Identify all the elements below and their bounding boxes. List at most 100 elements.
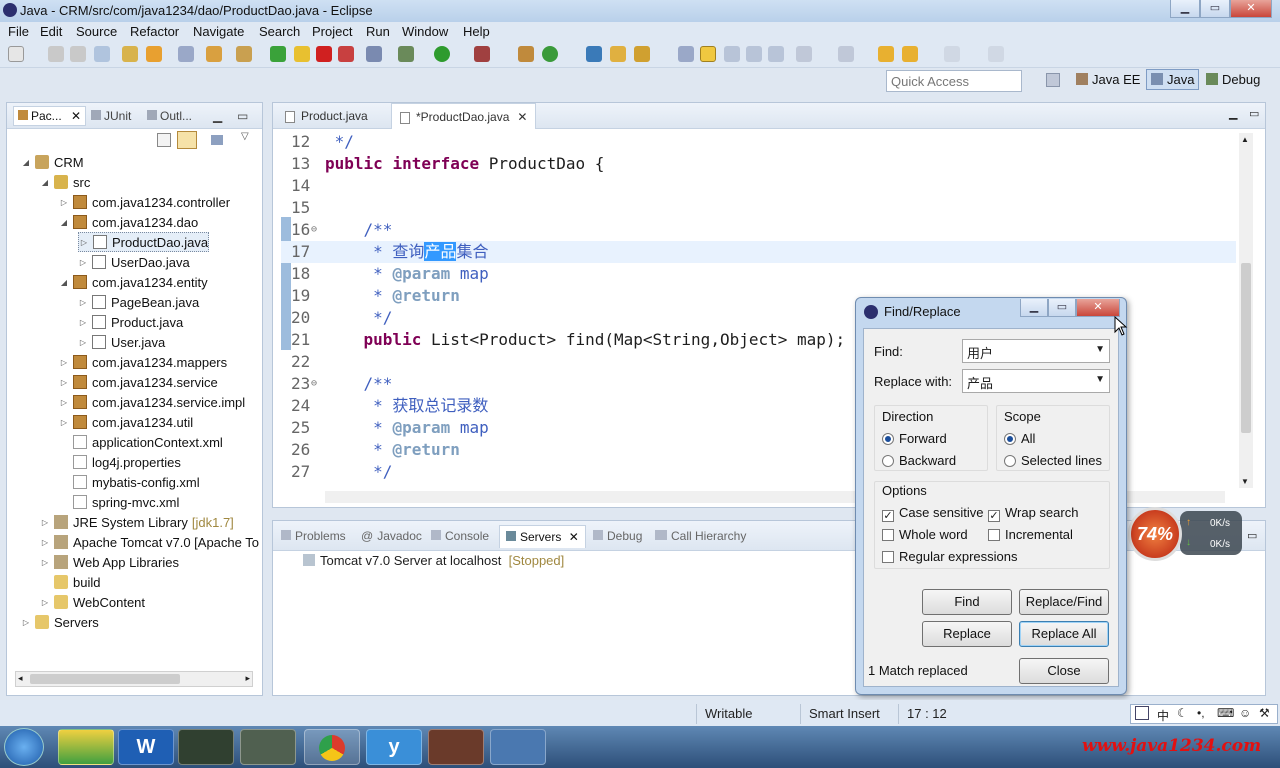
editor-scrollbar-thumb[interactable] xyxy=(1241,263,1251,433)
tree-collapsed-icon[interactable]: ▷ xyxy=(78,318,88,327)
keyboard-icon[interactable]: ⌨ xyxy=(1217,706,1234,720)
tree-item[interactable]: ◢ CRM xyxy=(21,152,84,172)
taskbar-app-wps[interactable]: W xyxy=(118,729,174,765)
server-row[interactable]: Tomcat v7.0 Server at localhost [Stopped… xyxy=(303,553,564,568)
case-sensitive-checkbox[interactable]: ✓ Case sensitive xyxy=(882,505,984,522)
mark-occurrences-icon[interactable] xyxy=(700,46,716,62)
tree-item[interactable]: mybatis-config.xml xyxy=(59,472,200,492)
maximize-editor-icon[interactable]: ▭ xyxy=(1249,107,1259,120)
horizontal-scrollbar[interactable]: ◂ ▸ xyxy=(15,671,253,687)
taskbar-app-chrome[interactable] xyxy=(304,729,360,765)
tree-collapsed-icon[interactable]: ▷ xyxy=(40,518,50,527)
dialog-maximize-button[interactable]: ▭ xyxy=(1048,299,1076,317)
link-editor-icon[interactable] xyxy=(177,131,197,149)
backward-radio[interactable]: Backward xyxy=(882,453,956,468)
open-perspective-icon[interactable] xyxy=(586,46,602,62)
menu-help[interactable]: Help xyxy=(463,24,490,39)
tree-item[interactable]: ▷ Web App Libraries xyxy=(40,552,179,572)
resume-icon[interactable] xyxy=(270,46,286,62)
find-button[interactable]: Find xyxy=(922,589,1012,615)
maximize-view-icon[interactable]: ▭ xyxy=(237,109,248,123)
tree-item[interactable]: applicationContext.xml xyxy=(59,432,223,452)
tab-debug[interactable]: Debug xyxy=(593,529,642,543)
tab-call-hierarchy[interactable]: Call Hierarchy xyxy=(655,529,746,543)
forward-icon[interactable] xyxy=(902,46,918,62)
tree-item[interactable]: ▷ UserDao.java xyxy=(78,252,190,272)
tree-collapsed-icon[interactable]: ▷ xyxy=(21,618,31,627)
dialog-close-button[interactable]: ✕ xyxy=(1076,299,1120,317)
replace-button[interactable]: Replace xyxy=(922,621,1012,647)
last-edit-icon[interactable] xyxy=(206,46,222,62)
collapse-all-icon[interactable] xyxy=(157,133,171,147)
close-icon[interactable]: ✕ xyxy=(517,110,527,124)
tree-collapsed-icon[interactable]: ▷ xyxy=(40,598,50,607)
code-line[interactable]: 15 xyxy=(273,197,1233,219)
replace-combo[interactable]: 产品 ▼ xyxy=(962,369,1110,393)
taskbar-app-youdao[interactable]: y xyxy=(366,729,422,765)
close-icon[interactable]: ✕ xyxy=(569,530,579,544)
tab-javadoc[interactable]: @ Javadoc xyxy=(361,529,422,543)
dialog-minimize-button[interactable]: ▁ xyxy=(1020,299,1048,317)
save-all-icon[interactable] xyxy=(70,46,86,62)
tree-item[interactable]: ▷ JRE System Library [jdk1.7] xyxy=(40,512,234,532)
close-dialog-button[interactable]: Close xyxy=(1019,658,1109,684)
menu-run[interactable]: Run xyxy=(366,24,390,39)
taskbar-app-picasa[interactable] xyxy=(58,729,114,765)
tree-item[interactable]: spring-mvc.xml xyxy=(59,492,179,512)
scroll-left-icon[interactable]: ◂ xyxy=(18,673,23,684)
code-line[interactable]: 13 public interface ProductDao { xyxy=(273,153,1233,175)
perspective-java[interactable]: Java xyxy=(1146,69,1200,90)
whole-word-checkbox[interactable]: Whole word xyxy=(882,527,968,542)
scroll-up-icon[interactable]: ▲ xyxy=(1241,135,1249,144)
chevron-down-icon[interactable]: ▼ xyxy=(1095,374,1105,385)
menu-refactor[interactable]: Refactor xyxy=(130,24,179,39)
menu-window[interactable]: Window xyxy=(402,24,448,39)
toggle-breadcrumb-icon[interactable] xyxy=(678,46,694,62)
code-line[interactable]: 12 */ xyxy=(273,131,1233,153)
incremental-checkbox[interactable]: Incremental xyxy=(988,527,1073,542)
chevron-down-icon[interactable]: ▼ xyxy=(1095,344,1105,355)
tree-item[interactable]: ▷ PageBean.java xyxy=(78,292,199,312)
replace-find-button[interactable]: Replace/Find xyxy=(1019,589,1109,615)
open-task-icon[interactable] xyxy=(146,46,162,62)
block-selection-icon[interactable] xyxy=(724,46,740,62)
minimize-editor-icon[interactable]: ▁ xyxy=(1229,107,1237,120)
tree-collapsed-icon[interactable]: ▷ xyxy=(79,238,89,247)
taskbar-app-mysql[interactable] xyxy=(490,729,546,765)
scope-selected-radio[interactable]: Selected lines xyxy=(1004,453,1102,468)
tree-item[interactable]: ◢ com.java1234.entity xyxy=(59,272,208,292)
code-line[interactable]: 14 xyxy=(273,175,1233,197)
word-wrap-icon[interactable] xyxy=(746,46,762,62)
back-icon[interactable] xyxy=(878,46,894,62)
editor-vertical-scrollbar[interactable]: ▲ ▼ xyxy=(1239,133,1253,488)
tab-junit[interactable]: JUnit xyxy=(91,109,131,123)
perspective-java-ee[interactable]: Java EE xyxy=(1076,72,1140,87)
tree-item[interactable]: ▷ com.java1234.service.impl xyxy=(59,392,245,412)
tree-item[interactable]: ▷ Servers xyxy=(21,612,99,632)
tree-collapsed-icon[interactable]: ▷ xyxy=(59,418,69,427)
tree-collapsed-icon[interactable]: ▷ xyxy=(78,338,88,347)
wrap-search-checkbox[interactable]: ✓ Wrap search xyxy=(988,505,1078,522)
code-line[interactable]: 17 * 查询产品集合 xyxy=(273,241,1233,263)
tree-item[interactable]: ▷ com.java1234.controller xyxy=(59,192,230,212)
external-tools-icon[interactable] xyxy=(474,46,490,62)
regex-checkbox[interactable]: Regular expressions xyxy=(882,549,1018,564)
tree-expanded-icon[interactable]: ◢ xyxy=(59,278,69,287)
tree-item[interactable]: build xyxy=(40,572,100,592)
show-whitespace-icon[interactable] xyxy=(768,46,784,62)
tree-collapsed-icon[interactable]: ▷ xyxy=(59,198,69,207)
tree-item[interactable]: log4j.properties xyxy=(59,452,181,472)
tree-item[interactable]: ▷ ProductDao.java xyxy=(78,232,210,252)
code-line[interactable]: 16 ⊖ /** xyxy=(273,219,1233,241)
scroll-down-icon[interactable]: ▼ xyxy=(1241,477,1249,486)
fold-collapse-icon[interactable]: ⊖ xyxy=(311,373,317,395)
replace-all-button[interactable]: Replace All xyxy=(1019,621,1109,647)
disconnect-icon[interactable] xyxy=(338,46,354,62)
open-perspective-button[interactable] xyxy=(1046,73,1060,87)
fold-collapse-icon[interactable]: ⊖ xyxy=(311,219,317,241)
forward-nav-icon[interactable] xyxy=(944,46,960,62)
menu-project[interactable]: Project xyxy=(312,24,352,39)
tree-collapsed-icon[interactable]: ▷ xyxy=(78,298,88,307)
tab-productdao-java[interactable]: *ProductDao.java ✕ xyxy=(391,103,537,129)
menu-file[interactable]: File xyxy=(8,24,29,39)
